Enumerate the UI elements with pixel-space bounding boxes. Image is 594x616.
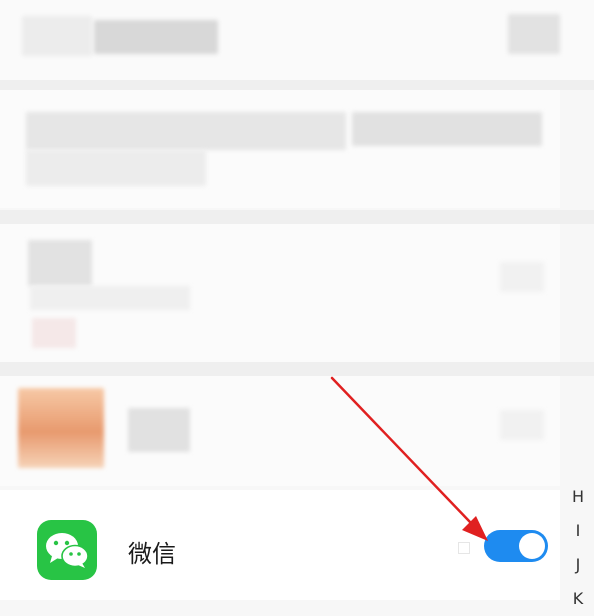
section-divider-3	[0, 362, 594, 376]
alpha-letter-i[interactable]: I	[576, 514, 581, 548]
blurred-right-1	[500, 262, 544, 292]
blurred-text-line-1	[26, 112, 346, 150]
alphabet-index[interactable]: H I J K	[566, 480, 590, 616]
blurred-text-line-1b	[352, 112, 542, 146]
blurred-avatar-1	[28, 240, 92, 286]
alpha-letter-h[interactable]: H	[572, 480, 584, 514]
blurred-line-1	[30, 286, 190, 310]
blurred-app-name	[128, 408, 190, 452]
blurred-line-2	[32, 318, 76, 348]
section-divider	[0, 80, 594, 90]
section-divider-2	[0, 210, 594, 224]
blurred-orange-icon	[18, 388, 104, 468]
blurred-text-line-2	[26, 150, 206, 186]
wechat-icon	[37, 520, 97, 580]
blurred-title-left	[22, 16, 92, 56]
wechat-permission-toggle[interactable]	[484, 530, 548, 562]
alpha-letter-k[interactable]: K	[573, 582, 584, 616]
faint-checkbox	[458, 542, 470, 554]
app-name-label: 微信	[128, 540, 176, 568]
blurred-top-right	[508, 14, 560, 54]
blurred-right-2	[500, 410, 544, 440]
alpha-letter-j[interactable]: J	[576, 548, 581, 582]
blurred-title-mid	[94, 20, 218, 54]
app-row-wechat: 微信	[0, 490, 560, 600]
toggle-knob	[519, 533, 545, 559]
